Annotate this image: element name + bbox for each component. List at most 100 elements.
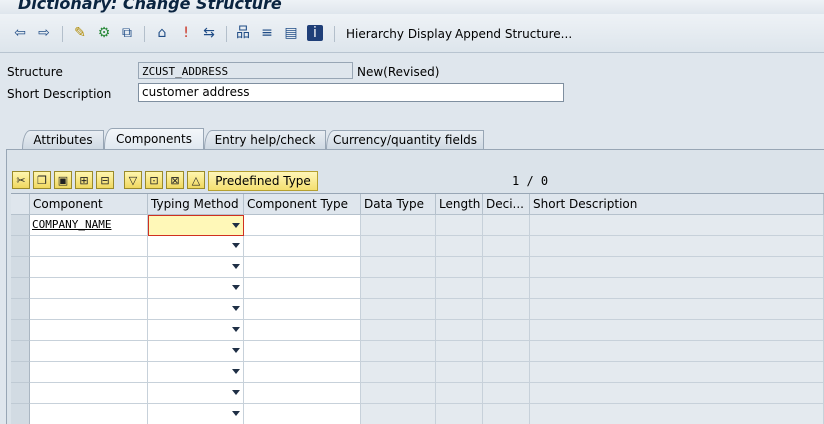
data-type-cell <box>361 299 436 320</box>
list-icon[interactable]: ≡ <box>259 25 275 41</box>
length-cell <box>436 257 483 278</box>
typing-method-cell[interactable] <box>148 320 244 341</box>
back-icon[interactable]: ⇦ <box>12 25 28 41</box>
tab-currency-quantity-fields[interactable]: Currency/quantity fields <box>326 130 484 149</box>
column-header-length[interactable]: Length <box>436 194 483 215</box>
forward-icon[interactable]: ⇨ <box>36 25 52 41</box>
dropdown-arrow-icon[interactable] <box>232 369 240 374</box>
row-selector[interactable] <box>11 341 30 362</box>
tab-entry-help-check[interactable]: Entry help/check <box>204 130 326 149</box>
toolbar-separator <box>226 26 227 42</box>
dropdown-arrow-icon[interactable] <box>232 390 240 395</box>
component-cell[interactable] <box>30 404 148 424</box>
short-description-input[interactable]: customer address <box>138 83 564 102</box>
component-cell[interactable]: COMPANY_NAME <box>30 215 148 236</box>
typing-method-cell[interactable] <box>148 257 244 278</box>
component-type-cell[interactable] <box>244 215 361 236</box>
up-icon[interactable]: △ <box>187 171 205 189</box>
delete-row-icon[interactable]: ⊟ <box>96 171 114 189</box>
cut-icon[interactable]: ✂ <box>12 171 30 189</box>
column-header-decimals[interactable]: Deci... <box>483 194 530 215</box>
component-type-cell[interactable] <box>244 362 361 383</box>
dropdown-arrow-icon[interactable] <box>232 306 240 311</box>
component-cell[interactable] <box>30 278 148 299</box>
dropdown-arrow-icon[interactable] <box>232 243 240 248</box>
component-type-cell[interactable] <box>244 341 361 362</box>
component-cell[interactable] <box>30 299 148 320</box>
info-icon[interactable]: ! <box>178 25 194 41</box>
dropdown-arrow-icon[interactable] <box>232 264 240 269</box>
application-toolbar: ⇦ ⇨ ✎ ⚙ ⧉ ⌂ ! ⇆ 品 ≡ ▤ i Hierarchy Displa… <box>0 14 824 53</box>
row-selector[interactable] <box>11 404 30 424</box>
insert-row-icon[interactable]: ⊞ <box>75 171 93 189</box>
typing-method-cell[interactable] <box>148 278 244 299</box>
dropdown-arrow-icon[interactable] <box>232 348 240 353</box>
menu-icon[interactable]: ▤ <box>283 25 299 41</box>
row-selector[interactable] <box>11 236 30 257</box>
column-header-short-description[interactable]: Short Description <box>530 194 824 215</box>
tab-label: Entry help/check <box>214 133 316 147</box>
structure-field: ZCUST_ADDRESS <box>138 62 353 79</box>
select-all-header[interactable] <box>11 194 30 215</box>
tab-components[interactable]: Components <box>104 128 204 149</box>
where-used-icon[interactable]: ⌂ <box>154 25 170 41</box>
display-change-icon[interactable]: ⧉ <box>119 25 135 41</box>
component-type-cell[interactable] <box>244 383 361 404</box>
component-type-cell[interactable] <box>244 236 361 257</box>
predefined-type-button[interactable]: Predefined Type <box>208 171 318 191</box>
tab-label: Currency/quantity fields <box>332 133 478 147</box>
row-selector[interactable] <box>11 215 30 236</box>
component-type-cell[interactable] <box>244 320 361 341</box>
data-type-cell <box>361 362 436 383</box>
navigate-icon[interactable]: ⇆ <box>201 25 217 41</box>
typing-method-cell[interactable] <box>148 383 244 404</box>
decimals-cell <box>483 341 530 362</box>
data-type-cell <box>361 257 436 278</box>
filter-icon[interactable]: ▽ <box>124 171 142 189</box>
check-icon[interactable]: ✎ <box>72 25 88 41</box>
copy-icon[interactable]: ❐ <box>33 171 51 189</box>
typing-method-cell[interactable] <box>148 215 244 236</box>
activate-icon[interactable]: ⚙ <box>96 25 112 41</box>
column-header-typing-method[interactable]: Typing Method <box>148 194 244 215</box>
typing-method-cell[interactable] <box>148 362 244 383</box>
component-cell[interactable] <box>30 341 148 362</box>
component-cell[interactable] <box>30 383 148 404</box>
row-selector[interactable] <box>11 278 30 299</box>
hierarchy-display-button[interactable]: Hierarchy Display <box>346 27 452 41</box>
column-header-component-type[interactable]: Component Type <box>244 194 361 215</box>
row-selector[interactable] <box>11 362 30 383</box>
row-selector[interactable] <box>11 383 30 404</box>
component-type-cell[interactable] <box>244 278 361 299</box>
tab-attributes[interactable]: Attributes <box>22 130 104 149</box>
append-structure-button[interactable]: Append Structure... <box>455 27 572 41</box>
component-type-cell[interactable] <box>244 404 361 424</box>
component-type-cell[interactable] <box>244 299 361 320</box>
dropdown-arrow-icon[interactable] <box>232 285 240 290</box>
component-type-cell[interactable] <box>244 257 361 278</box>
toolbar-separator <box>62 26 63 42</box>
sort-icon[interactable]: ⊠ <box>166 171 184 189</box>
help-icon[interactable]: i <box>307 25 323 41</box>
dropdown-arrow-icon[interactable] <box>232 327 240 332</box>
typing-method-cell[interactable] <box>148 341 244 362</box>
typing-method-cell[interactable] <box>148 299 244 320</box>
expand-icon[interactable]: ⊡ <box>145 171 163 189</box>
column-header-component[interactable]: Component <box>30 194 148 215</box>
typing-method-cell[interactable] <box>148 236 244 257</box>
row-selector[interactable] <box>11 257 30 278</box>
dropdown-arrow-icon[interactable] <box>232 411 240 416</box>
component-cell[interactable] <box>30 320 148 341</box>
component-cell[interactable] <box>30 236 148 257</box>
column-header-data-type[interactable]: Data Type <box>361 194 436 215</box>
dropdown-arrow-icon[interactable] <box>232 223 240 228</box>
decimals-cell <box>483 257 530 278</box>
short-description-cell <box>530 341 824 362</box>
hierarchy-icon[interactable]: 品 <box>235 25 251 41</box>
component-cell[interactable] <box>30 257 148 278</box>
component-cell[interactable] <box>30 362 148 383</box>
paste-icon[interactable]: ▣ <box>54 171 72 189</box>
row-selector[interactable] <box>11 299 30 320</box>
typing-method-cell[interactable] <box>148 404 244 424</box>
row-selector[interactable] <box>11 320 30 341</box>
